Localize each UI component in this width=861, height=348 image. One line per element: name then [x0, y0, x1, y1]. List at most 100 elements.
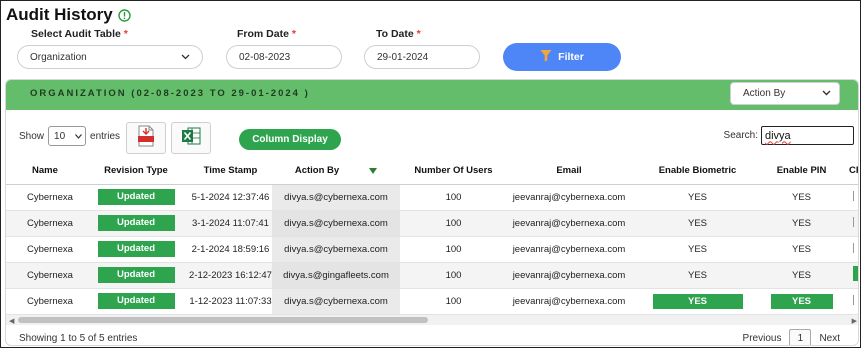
audit-table: Name Revision Type Time Stamp Action By …	[6, 158, 858, 315]
pagination: Previous 1 Next	[743, 329, 840, 345]
column-header-time-stamp[interactable]: Time Stamp	[189, 158, 272, 185]
entries-select[interactable]: 10	[48, 126, 87, 146]
to-date-label-text: To Date	[376, 28, 414, 40]
cell-revision-type: Updated	[83, 262, 189, 289]
table-body: Cybernexa Updated 5-1-2024 12:37:46 divya.s…	[6, 184, 858, 315]
cell-number-of-users: 100	[400, 262, 507, 289]
info-icon[interactable]	[118, 8, 131, 22]
chevron-down-icon	[822, 88, 831, 99]
required-mark: *	[123, 28, 128, 40]
scrollbar-thumb[interactable]	[18, 317, 428, 323]
cr-cell-mark	[853, 216, 854, 227]
scroll-left-icon[interactable]: ◀	[9, 317, 14, 325]
horizontal-scrollbar[interactable]: ◀ ▶	[6, 315, 858, 325]
cr-cell-mark	[853, 294, 854, 305]
column-header-cr[interactable]: CR	[839, 158, 858, 185]
cell-email: jeevanraj@cybernexa.com	[507, 236, 631, 263]
cr-badge	[853, 266, 858, 281]
next-page-button[interactable]: Next	[819, 333, 840, 344]
cr-cell-mark	[853, 242, 854, 253]
search-input-value: divya	[765, 129, 791, 142]
biometric-badge: YES	[652, 293, 743, 309]
column-header-number-of-users[interactable]: Number Of Users	[400, 158, 507, 185]
cell-cr	[839, 262, 858, 289]
audit-table-select[interactable]: Organization	[17, 45, 203, 69]
column-header-action-by-label: Action By	[294, 165, 340, 177]
to-date-value: 29-01-2024	[377, 51, 429, 63]
column-header-name[interactable]: Name	[6, 158, 83, 185]
filter-button[interactable]: Filter	[503, 43, 621, 71]
required-mark: *	[291, 28, 296, 40]
column-header-email[interactable]: Email	[507, 158, 631, 185]
column-display-button[interactable]: Column Display	[239, 129, 341, 150]
previous-page-button[interactable]: Previous	[743, 333, 782, 344]
export-pdf-button[interactable]	[126, 122, 166, 154]
revision-badge: Updated	[97, 241, 175, 257]
table-row[interactable]: Cybernexa Updated 2-1-2024 18:59:16 divya.s…	[6, 236, 858, 263]
action-by-select[interactable]: Action By	[730, 82, 840, 105]
to-date-input[interactable]: 29-01-2024	[364, 45, 480, 69]
scroll-right-icon[interactable]: ▶	[852, 317, 857, 325]
table-info: Showing 1 to 5 of 5 entries	[19, 333, 138, 344]
search-input[interactable]: divya	[761, 126, 854, 145]
cell-revision-type: Updated	[83, 288, 189, 315]
table-row[interactable]: Cybernexa Updated 1-12-2023 11:07:33 divya.…	[6, 288, 858, 315]
cell-enable-biometric: YES	[631, 210, 764, 237]
cell-revision-type: Updated	[83, 210, 189, 237]
select-audit-table-label: Select Audit Table *	[31, 28, 128, 40]
cell-action-by: divya.s@cybernexa.com	[272, 236, 400, 263]
cell-name: Cybernexa	[6, 262, 83, 289]
cell-enable-biometric: YES	[631, 236, 764, 263]
cell-action-by: divya.s@gingafleets.com	[272, 262, 400, 289]
cell-enable-pin: YES	[764, 210, 839, 237]
cell-cr	[839, 288, 858, 315]
cell-number-of-users: 100	[400, 184, 507, 211]
column-header-revision-type[interactable]: Revision Type	[83, 158, 189, 185]
cell-action-by: divya.s@cybernexa.com	[272, 210, 400, 237]
cell-name: Cybernexa	[6, 236, 83, 263]
from-date-input[interactable]: 02-08-2023	[226, 45, 342, 69]
chevron-down-icon	[181, 52, 190, 62]
cell-time-stamp: 3-1-2024 11:07:41	[189, 210, 272, 237]
cell-email: jeevanraj@cybernexa.com	[507, 210, 631, 237]
table-row[interactable]: Cybernexa Updated 5-1-2024 12:37:46 divya.s…	[6, 184, 858, 211]
export-excel-button[interactable]	[171, 122, 211, 154]
cell-cr	[839, 210, 858, 237]
audit-table-select-value: Organization	[30, 51, 87, 63]
cell-time-stamp: 1-12-2023 11:07:33	[189, 288, 272, 315]
column-header-enable-pin[interactable]: Enable PIN	[764, 158, 839, 185]
cell-time-stamp: 5-1-2024 12:37:46	[189, 184, 272, 211]
table-header-row: Name Revision Type Time Stamp Action By …	[6, 158, 858, 185]
select-audit-table-label-text: Select Audit Table	[31, 28, 121, 40]
cell-enable-biometric: YES	[631, 262, 764, 289]
entries-select-value: 10	[54, 130, 66, 142]
cell-enable-pin: YES	[764, 236, 839, 263]
cell-enable-pin: YES	[764, 288, 839, 315]
table-row[interactable]: Cybernexa Updated 2-12-2023 16:12:47 divya.…	[6, 262, 858, 289]
cell-name: Cybernexa	[6, 288, 83, 315]
pdf-icon	[137, 125, 155, 152]
show-label: Show	[19, 130, 45, 142]
page-button[interactable]: 1	[789, 329, 812, 345]
filter-funnel-icon	[540, 49, 552, 65]
cell-name: Cybernexa	[6, 184, 83, 211]
cell-number-of-users: 100	[400, 236, 507, 263]
show-entries: Show 10 entries	[19, 126, 120, 146]
from-date-label: From Date *	[237, 28, 296, 40]
entries-label: entries	[90, 130, 121, 142]
cell-email: jeevanraj@cybernexa.com	[507, 262, 631, 289]
cell-enable-pin: YES	[764, 262, 839, 289]
page-title-text: Audit History	[6, 5, 113, 24]
table-row[interactable]: Cybernexa Updated 3-1-2024 11:07:41 divya.s…	[6, 210, 858, 237]
cell-email: jeevanraj@cybernexa.com	[507, 288, 631, 315]
sort-desc-icon	[369, 167, 378, 174]
cell-action-by: divya.s@cybernexa.com	[272, 288, 400, 315]
cell-number-of-users: 100	[400, 210, 507, 237]
excel-icon	[181, 126, 201, 151]
column-header-action-by[interactable]: Action By	[272, 158, 400, 185]
from-date-label-text: From Date	[237, 28, 289, 40]
audit-table-wrapper: Name Revision Type Time Stamp Action By …	[6, 158, 858, 318]
column-header-enable-biometric[interactable]: Enable Biometric	[631, 158, 764, 185]
card-title: ORGANIZATION (02-08-2023 TO 29-01-2024 )	[30, 88, 310, 99]
action-by-select-value: Action By	[743, 88, 786, 99]
